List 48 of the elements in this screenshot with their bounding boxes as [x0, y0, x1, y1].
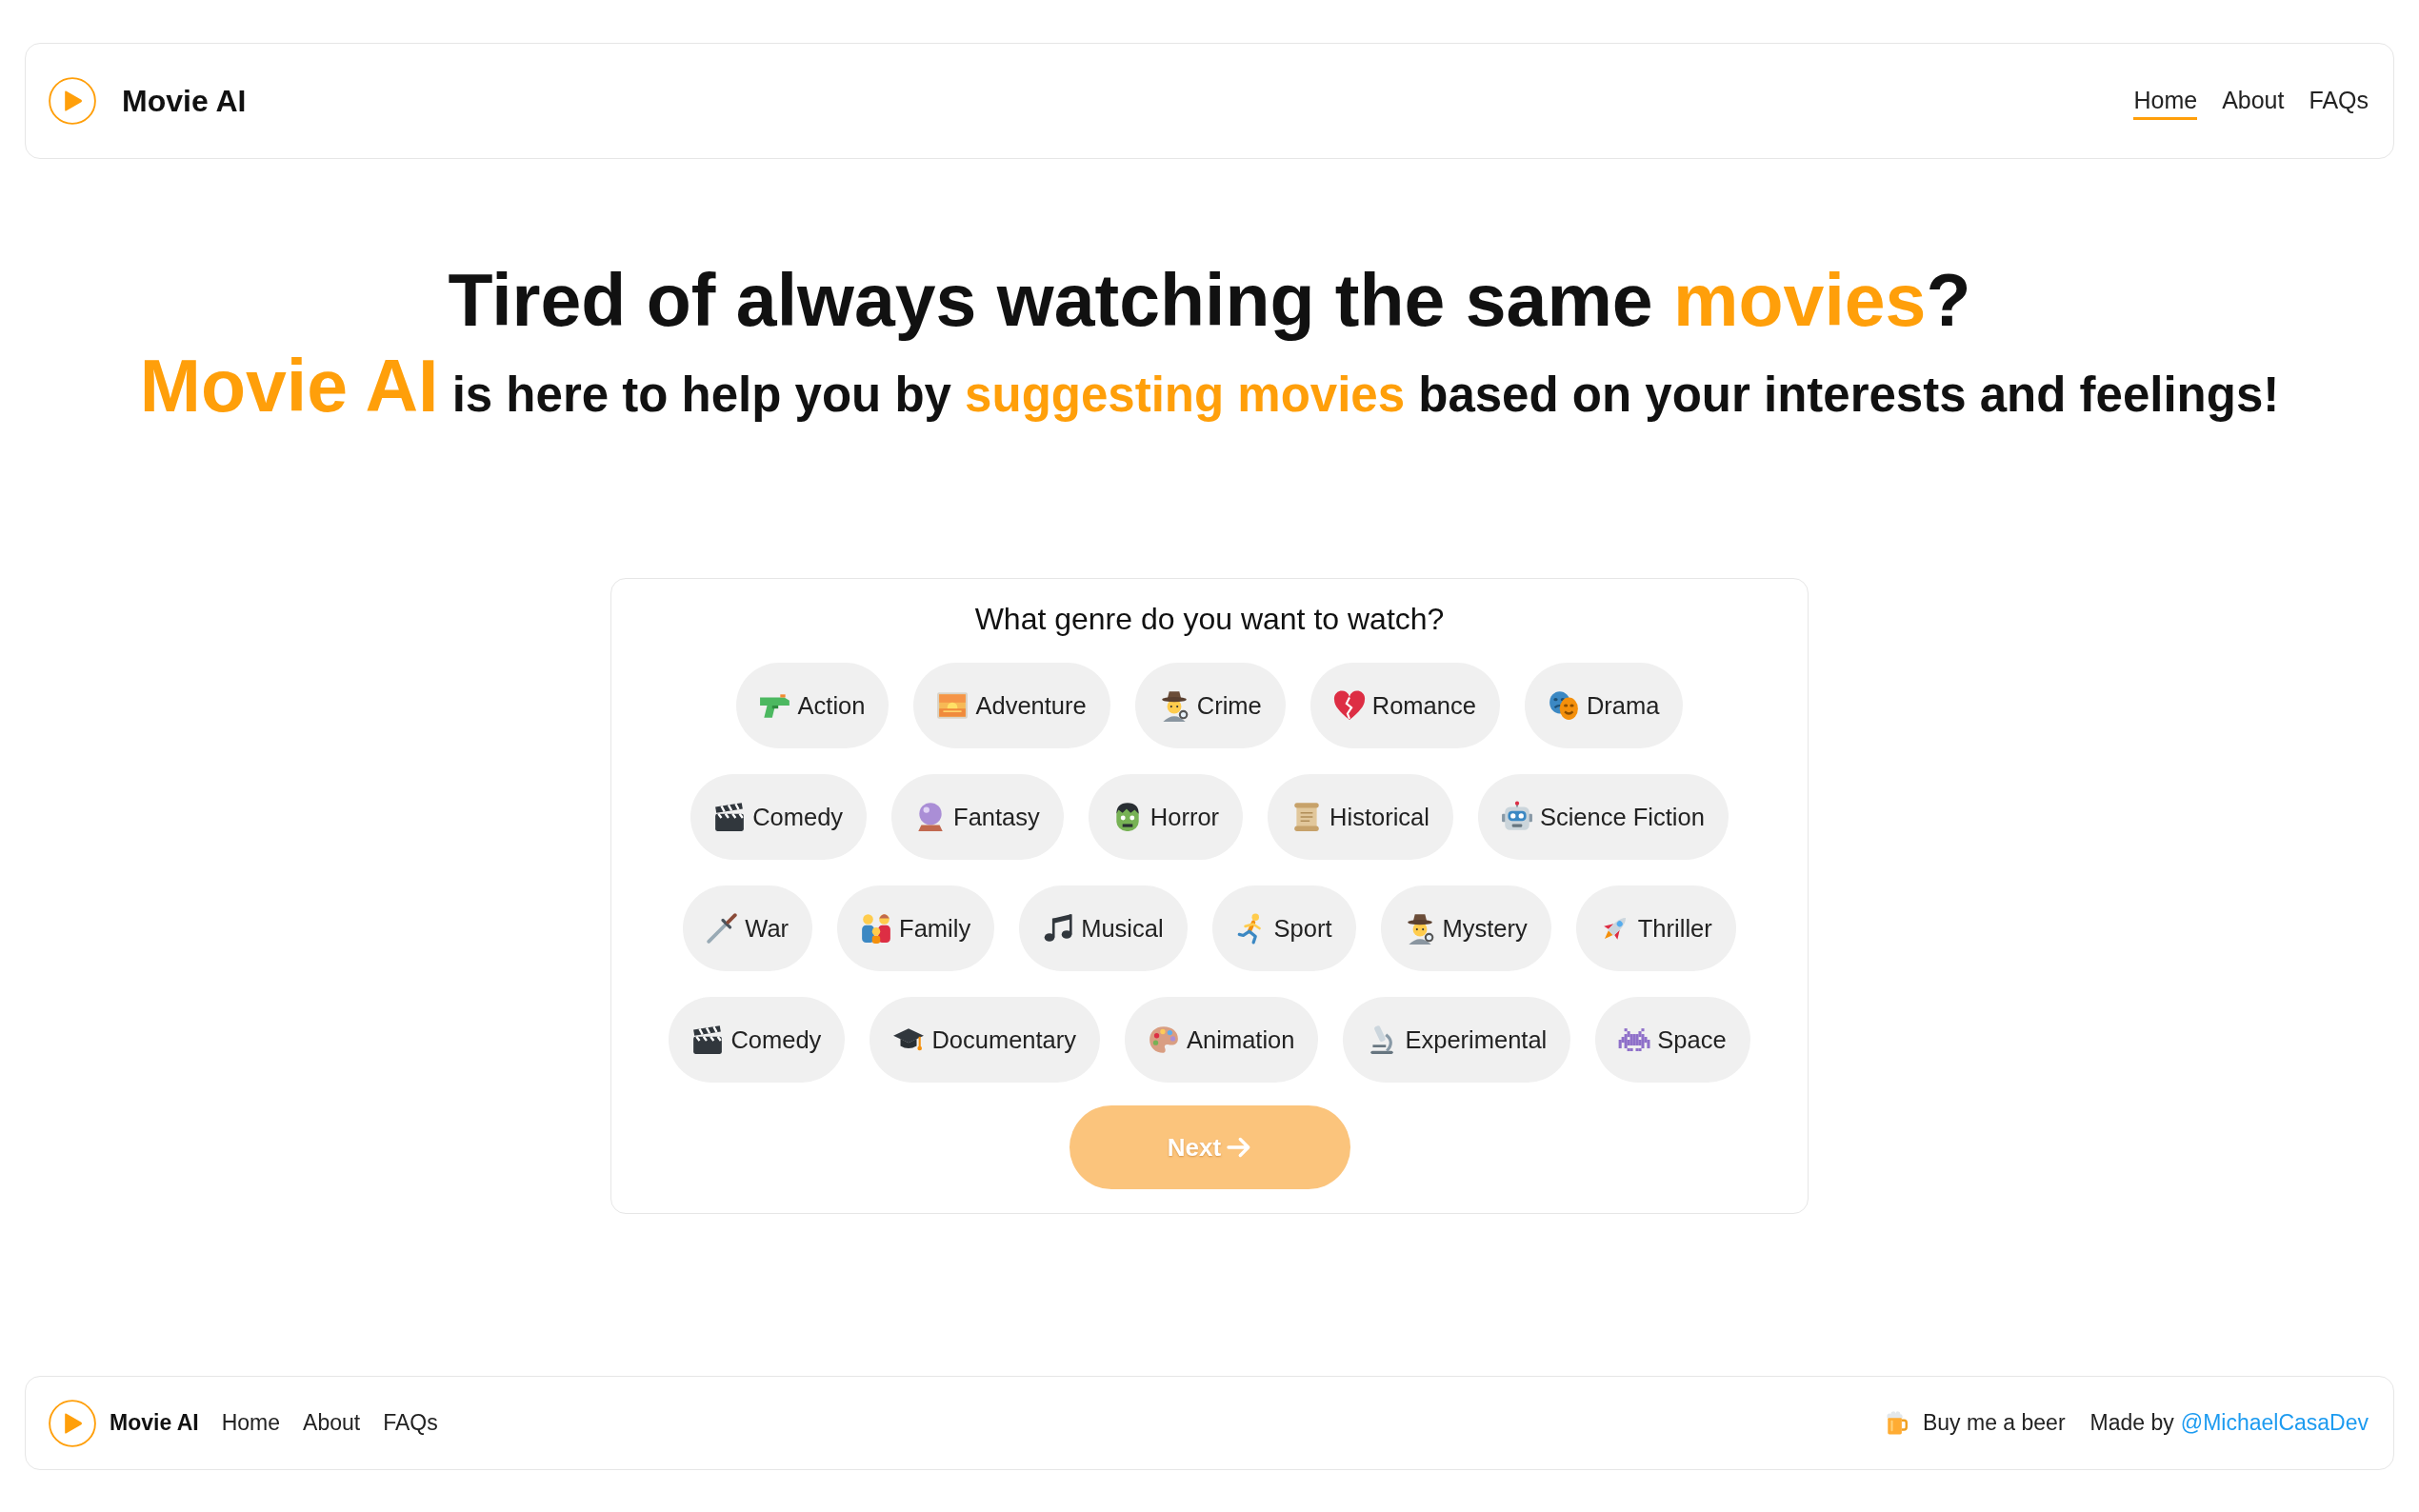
genre-chip[interactable]: Romance [1309, 663, 1500, 748]
genre-chip[interactable]: Historical [1268, 774, 1453, 860]
genre-chip[interactable]: Thriller [1575, 885, 1736, 971]
genre-chip[interactable]: Mystery [1380, 885, 1551, 971]
genre-chip[interactable]: Documentary [870, 997, 1101, 1083]
nav-link[interactable]: Home [2133, 82, 2198, 120]
nav-link[interactable]: About [2222, 82, 2285, 120]
genre-chip[interactable]: Family [837, 885, 995, 971]
footer-link[interactable]: About [303, 1410, 361, 1436]
footer-link[interactable]: Home [221, 1410, 281, 1436]
genre-chip[interactable]: Crime [1134, 663, 1286, 748]
genre-chip[interactable]: Musical [1019, 885, 1188, 971]
genre-chip[interactable]: Adventure [913, 663, 1110, 748]
clapperboard-icon [713, 801, 747, 833]
robot-icon [1500, 801, 1533, 833]
play-icon [49, 77, 96, 125]
genre-chip[interactable]: War [683, 885, 813, 971]
theater-masks-icon [1547, 689, 1580, 722]
genre-chip[interactable]: Experimental [1343, 997, 1571, 1083]
genre-question: What genre do you want to watch? [974, 601, 1445, 638]
genre-chip[interactable]: Space [1595, 997, 1750, 1083]
footer-brand-link[interactable]: Movie AI [49, 1399, 199, 1447]
dagger-icon [706, 912, 739, 945]
sunrise-icon [936, 689, 970, 722]
genre-chip[interactable]: Animation [1125, 997, 1319, 1083]
genre-chip[interactable]: Comedy [669, 997, 846, 1083]
clapperboard-icon [691, 1024, 725, 1056]
palette-icon [1148, 1024, 1181, 1056]
footer-link[interactable]: FAQs [383, 1410, 438, 1436]
tagline: Movie AI is here to help you by suggesting movies based on your interests and feelings! [139, 348, 2280, 428]
genre-chip[interactable]: Horror [1088, 774, 1244, 860]
made-by-text: Made by [2089, 1410, 2174, 1436]
buy-beer-link[interactable]: Buy me a beer [1885, 1410, 2066, 1436]
genre-chip[interactable]: Science Fiction [1477, 774, 1729, 860]
genre-chip[interactable]: Drama [1524, 663, 1684, 748]
genre-chip[interactable]: Sport [1211, 885, 1356, 971]
play-icon [49, 1399, 96, 1447]
nav-link[interactable]: FAQs [2309, 82, 2369, 120]
beer-mug-icon [1885, 1410, 1909, 1436]
family-icon [860, 912, 893, 945]
genre-chip[interactable]: Action [735, 663, 890, 748]
arrow-right-icon [1227, 1135, 1252, 1160]
brand-link[interactable]: Movie AI [49, 77, 247, 125]
genre-chip[interactable]: Comedy [690, 774, 868, 860]
music-notes-icon [1042, 912, 1075, 945]
headline: Tired of always watching the same movies? [448, 258, 1971, 343]
genre-chip[interactable]: Fantasy [891, 774, 1064, 860]
broken-heart-icon [1332, 689, 1366, 722]
